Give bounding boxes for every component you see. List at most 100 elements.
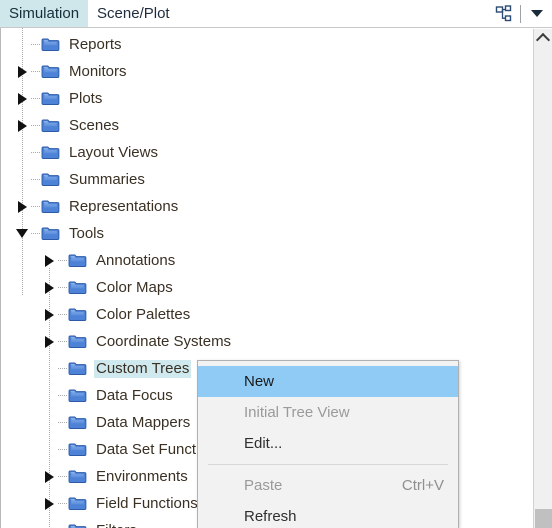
expand-arrow-icon[interactable] (40, 328, 58, 355)
expander-placeholder (40, 409, 58, 436)
chevron-right-icon (44, 335, 54, 348)
tree-item-color-maps[interactable]: Color Maps (1, 274, 175, 301)
folder-icon (68, 442, 87, 457)
menu-item-label: New (244, 373, 275, 390)
expand-arrow-icon[interactable] (40, 463, 58, 490)
expand-arrow-icon[interactable] (40, 301, 58, 328)
tree-connector-line (31, 179, 41, 180)
expand-arrow-icon[interactable] (40, 247, 58, 274)
tree-item-label: Tools (69, 224, 105, 242)
tree-item-representations[interactable]: Representations (1, 193, 180, 220)
menu-item-new[interactable]: New (198, 366, 458, 397)
tree-item-label: Color Maps (96, 278, 173, 296)
context-menu: New Initial Tree View Edit... Paste Ctrl+V Re… (197, 360, 459, 528)
folder-icon (41, 91, 60, 106)
tree-item-tools[interactable]: Tools (1, 220, 106, 247)
tree-item-label: Monitors (69, 62, 127, 80)
folder-icon (68, 523, 87, 528)
tree-item-environments[interactable]: Environments (1, 463, 190, 490)
tree-connector-line (31, 71, 41, 72)
tree-item-coordinate-systems[interactable]: Coordinate Systems (1, 328, 233, 355)
folder-icon (41, 37, 60, 52)
menu-item-paste: Paste Ctrl+V (198, 470, 458, 501)
menu-item-label: Paste (244, 477, 283, 494)
tree-item-color-palettes[interactable]: Color Palettes (1, 301, 192, 328)
chevron-right-icon (44, 254, 54, 267)
tree-item-data-set-functions[interactable]: Data Set Functions (1, 436, 226, 463)
chevron-right-icon (17, 65, 27, 78)
expand-arrow-icon[interactable] (13, 112, 31, 139)
expander-placeholder (13, 166, 31, 193)
tree-connector-line (58, 422, 68, 423)
tree-item-label: Plots (69, 89, 103, 107)
tab-simulation[interactable]: Simulation (0, 0, 89, 27)
tree-connector-line (58, 395, 68, 396)
chevron-down-icon (16, 229, 28, 238)
expand-arrow-icon[interactable] (13, 193, 31, 220)
tree-item-label: Layout Views (69, 143, 158, 161)
expand-arrow-icon[interactable] (40, 274, 58, 301)
tree-item-label: Annotations (96, 251, 176, 269)
tree-item-plots[interactable]: Plots (1, 85, 104, 112)
tree-item-annotations[interactable]: Annotations (1, 247, 177, 274)
tree-item-field-functions[interactable]: Field Functions (1, 490, 200, 517)
tree-connector-line (58, 314, 68, 315)
scrollbar-thumb[interactable] (535, 509, 552, 528)
tree-item-label: Color Palettes (96, 305, 191, 323)
tree-connector-line (58, 341, 68, 342)
tree-connector-line (31, 98, 41, 99)
menu-item-refresh[interactable]: Refresh (198, 501, 458, 528)
chevron-right-icon (17, 119, 27, 132)
folder-icon (68, 496, 87, 511)
tree-item-filters[interactable]: Filters (1, 517, 139, 528)
tree-item-layout-views[interactable]: Layout Views (1, 139, 160, 166)
chevron-down-icon[interactable] (526, 3, 548, 25)
tree-item-label: Data Mappers (96, 413, 191, 431)
menu-item-initial-tree-view: Initial Tree View (198, 397, 458, 428)
tree-connector-line (58, 368, 68, 369)
expand-arrow-icon[interactable] (40, 490, 58, 517)
menu-item-edit[interactable]: Edit... (198, 428, 458, 459)
tree-connector-line (58, 449, 68, 450)
scroll-up-button[interactable] (534, 29, 552, 48)
tree-item-label: Coordinate Systems (96, 332, 232, 350)
vertical-scrollbar[interactable] (533, 29, 552, 528)
tree-connector-line (58, 287, 68, 288)
chevron-right-icon (17, 200, 27, 213)
tree-hierarchy-icon[interactable] (493, 3, 515, 25)
chevron-right-icon (17, 92, 27, 105)
folder-icon (68, 469, 87, 484)
tree-item-custom-trees[interactable]: Custom Trees (1, 355, 192, 382)
tree-item-monitors[interactable]: Monitors (1, 58, 129, 85)
tree-item-data-mappers[interactable]: Data Mappers (1, 409, 192, 436)
tree-connector-line (31, 233, 41, 234)
tab-scene-plot[interactable]: Scene/Plot (88, 0, 179, 27)
tree-item-data-focus[interactable]: Data Focus (1, 382, 175, 409)
tree-item-label: Custom Trees (94, 359, 192, 378)
tree-connector-line (31, 152, 41, 153)
tree-item-label: Filters (94, 522, 139, 528)
tree-item-label: Representations (69, 197, 179, 215)
tree-item-summaries[interactable]: Summaries (1, 166, 147, 193)
folder-icon (41, 64, 60, 79)
tree-item-label: Scenes (69, 116, 120, 134)
toolbar-separator (520, 4, 521, 23)
menu-item-label: Edit... (244, 435, 283, 452)
folder-icon (68, 280, 87, 295)
expander-placeholder (40, 382, 58, 409)
expand-arrow-icon[interactable] (13, 85, 31, 112)
expand-arrow-icon[interactable] (13, 58, 31, 85)
expander-placeholder (13, 139, 31, 166)
tree-item-reports[interactable]: Reports (1, 31, 124, 58)
menu-item-shortcut: Ctrl+V (401, 477, 444, 494)
expander-placeholder (40, 436, 58, 463)
menu-separator (208, 464, 448, 465)
chevron-right-icon (44, 281, 54, 294)
collapse-arrow-icon[interactable] (13, 220, 31, 247)
menu-item-label: Initial Tree View (244, 404, 350, 421)
expander-placeholder (13, 31, 31, 58)
chevron-up-icon (535, 32, 551, 48)
tree-item-scenes[interactable]: Scenes (1, 112, 121, 139)
chevron-right-icon (44, 470, 54, 483)
tree-item-label: Environments (96, 467, 188, 485)
